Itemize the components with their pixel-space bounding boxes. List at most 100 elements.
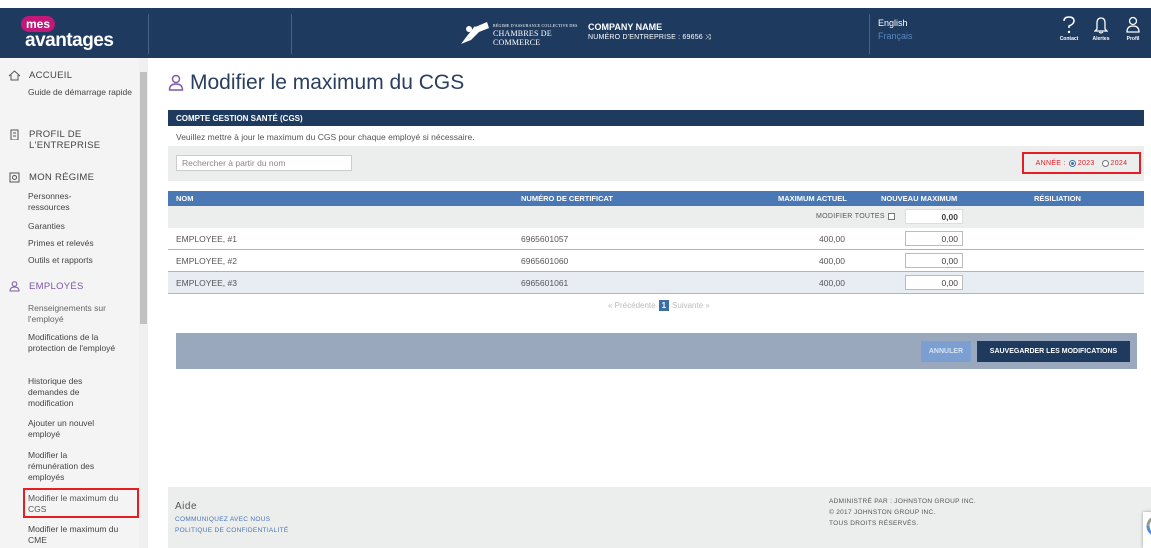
section-header: COMPTE GESTION SANTÉ (CGS) xyxy=(168,110,1144,126)
header-nom: NOM xyxy=(176,194,194,203)
year-option-label: 2024 xyxy=(1110,159,1128,167)
recaptcha-badge[interactable] xyxy=(1143,512,1151,548)
year-option-2023[interactable]: 2023 xyxy=(1068,159,1095,167)
new-maximum-input[interactable] xyxy=(905,231,963,246)
page-title: Modifier le maximum du CGS xyxy=(168,71,464,95)
year-option-label: 2023 xyxy=(1077,159,1095,167)
sidebar-label: MON RÉGIME xyxy=(29,172,95,183)
employee-table: NOM NUMÉRO DE CERTIFICAT MAXIMUM ACTUEL … xyxy=(168,191,1144,294)
profile-icon xyxy=(1126,16,1140,33)
main-content: Modifier le maximum du CGS COMPTE GESTIO… xyxy=(148,58,1151,548)
top-bar: mes avantages RÉGIME D'ASSURANCE COLLECT… xyxy=(0,8,1151,58)
mes-avantages-logo[interactable]: mes avantages xyxy=(0,8,148,58)
employee-name: EMPLOYEE, #2 xyxy=(176,256,237,266)
highlight-annotation xyxy=(23,488,139,518)
profile-button[interactable]: Profil xyxy=(1121,16,1145,42)
sidebar-item-regime[interactable]: MON RÉGIME xyxy=(8,172,94,183)
sidebar-item-employes[interactable]: EMPLOYÉS xyxy=(8,281,84,292)
header-resiliation: RÉSILIATION xyxy=(1034,194,1081,203)
header-maximum-actuel: MAXIMUM ACTUEL xyxy=(778,194,847,203)
page-title-text: Modifier le maximum du CGS xyxy=(190,71,465,94)
sidebar-link-personnes[interactable]: Personnes-ressources xyxy=(28,191,98,213)
certificate-number: 6965601060 xyxy=(521,256,569,266)
radio-selected[interactable] xyxy=(1068,159,1076,167)
save-button[interactable]: SAUVEGARDER LES MODIFICATIONS xyxy=(977,341,1130,362)
sidebar-link-historique[interactable]: Historique des demandes de modification xyxy=(28,376,108,409)
footer: Aide COMMUNIQUEZ AVEC NOUS POLITIQUE DE … xyxy=(168,487,1151,548)
radio-unselected[interactable] xyxy=(1101,159,1109,167)
sidebar-link-renseignements[interactable]: Renseignements sur l'employé xyxy=(28,303,136,325)
pagination: « Précédente 1 Suivante » xyxy=(608,300,710,311)
current-maximum: 400,00 xyxy=(819,234,845,244)
footer-aide: Aide xyxy=(175,501,198,512)
sidebar-item-profil[interactable]: PROFIL DE L'ENTREPRISE xyxy=(8,129,100,151)
divider xyxy=(148,14,149,54)
table-row: EMPLOYEE, #2 6965601060 400,00 xyxy=(168,250,1144,272)
help-icon xyxy=(1063,16,1075,34)
new-maximum-input[interactable] xyxy=(905,253,963,268)
company-info[interactable]: COMPANY NAME NUMÉRO D'ENTREPRISE : 69656… xyxy=(588,22,711,42)
alerts-button[interactable]: Alertes xyxy=(1089,16,1113,42)
chamber-logo-icon xyxy=(461,22,489,44)
sidebar-link-ajouter[interactable]: Ajouter un nouvel employé xyxy=(28,418,108,440)
actions-bar: ANNULER SAUVEGARDER LES MODIFICATIONS xyxy=(176,333,1137,369)
table-header: NOM NUMÉRO DE CERTIFICAT MAXIMUM ACTUEL … xyxy=(168,191,1144,206)
footer-admin: ADMINISTRÉ PAR : JOHNSTON GROUP INC. xyxy=(829,498,976,505)
cancel-button[interactable]: ANNULER xyxy=(921,341,971,362)
language-french-link[interactable]: Français xyxy=(878,31,913,41)
new-maximum-input[interactable] xyxy=(905,275,963,290)
user-icon xyxy=(168,74,184,91)
sidebar-scrollbar[interactable] xyxy=(139,58,148,548)
sidebar-label: ACCUEIL xyxy=(29,70,73,81)
chamber-logo: RÉGIME D'ASSURANCE COLLECTIVE DES CHAMBR… xyxy=(457,20,579,47)
header-nouveau-maximum: NOUVEAU MAXIMUM xyxy=(881,194,958,203)
sidebar-item-accueil[interactable]: ACCUEIL xyxy=(8,70,72,81)
table-row: EMPLOYEE, #1 6965601057 400,00 xyxy=(168,228,1144,250)
header-certificat: NUMÉRO DE CERTIFICAT xyxy=(521,194,613,203)
employee-name: EMPLOYEE, #1 xyxy=(176,234,237,244)
divider xyxy=(869,14,870,54)
table-row: EMPLOYEE, #3 6965601061 400,00 xyxy=(168,272,1144,294)
chamber-line2: CHAMBRES DE COMMERCE xyxy=(493,29,552,47)
search-input[interactable] xyxy=(176,155,352,171)
sidebar-link-modifier-cme[interactable]: Modifier le maximum du CME xyxy=(28,524,120,546)
edit-all-checkbox[interactable] xyxy=(887,213,895,220)
edit-all-toggle[interactable]: MODIFIER TOUTES xyxy=(816,213,895,220)
sidebar-link-remuneration[interactable]: Modifier la rémunération des employés xyxy=(28,450,108,483)
recaptcha-icon xyxy=(1146,517,1151,535)
scrollbar-thumb[interactable] xyxy=(140,72,147,324)
footer-copyright: © 2017 JOHNSTON GROUP INC. xyxy=(829,509,936,516)
footer-privacy-link[interactable]: POLITIQUE DE CONFIDENTIALITÉ xyxy=(175,527,289,534)
contact-button[interactable]: Contact xyxy=(1057,16,1081,42)
language-current: English xyxy=(878,18,908,28)
employee-name: EMPLOYEE, #3 xyxy=(176,278,237,288)
pagination-prev[interactable]: « Précédente xyxy=(608,301,656,310)
company-number[interactable]: NUMÉRO D'ENTREPRISE : 69656 ⤨ xyxy=(588,34,711,42)
sidebar-link-guide[interactable]: Guide de démarrage rapide xyxy=(28,87,136,98)
sidebar-link-primes[interactable]: Primes et relevés xyxy=(28,238,136,249)
certificate-number: 6965601057 xyxy=(521,234,569,244)
year-label: ANNÉE : xyxy=(1035,159,1066,167)
company-name: COMPANY NAME xyxy=(588,22,663,32)
bell-icon xyxy=(1094,17,1108,34)
footer-rights: TOUS DROITS RÉSERVÉS. xyxy=(829,520,919,527)
certificate-number: 6965601061 xyxy=(521,278,569,288)
profile-label: Profil xyxy=(1126,36,1140,42)
sidebar-link-outils[interactable]: Outils et rapports xyxy=(28,255,136,266)
edit-all-input[interactable] xyxy=(905,209,963,224)
divider xyxy=(291,14,292,54)
language-switcher: English Français xyxy=(878,18,913,41)
sidebar-link-modifications[interactable]: Modifications de la protection de l'empl… xyxy=(28,332,120,354)
footer-contact-link[interactable]: COMMUNIQUEZ AVEC NOUS xyxy=(175,516,270,523)
section-description: Veuillez mettre à jour le maximum du CGS… xyxy=(176,132,475,142)
current-maximum: 400,00 xyxy=(819,256,845,266)
home-icon xyxy=(8,70,21,81)
sidebar-link-garanties[interactable]: Garanties xyxy=(28,221,136,232)
sidebar-label: EMPLOYÉS xyxy=(29,281,84,292)
plan-icon xyxy=(9,172,20,183)
building-icon xyxy=(10,129,19,140)
pagination-next[interactable]: Suivante » xyxy=(672,301,710,310)
pagination-current-page[interactable]: 1 xyxy=(658,300,670,311)
current-maximum: 400,00 xyxy=(819,278,845,288)
year-option-2024[interactable]: 2024 xyxy=(1101,159,1128,167)
